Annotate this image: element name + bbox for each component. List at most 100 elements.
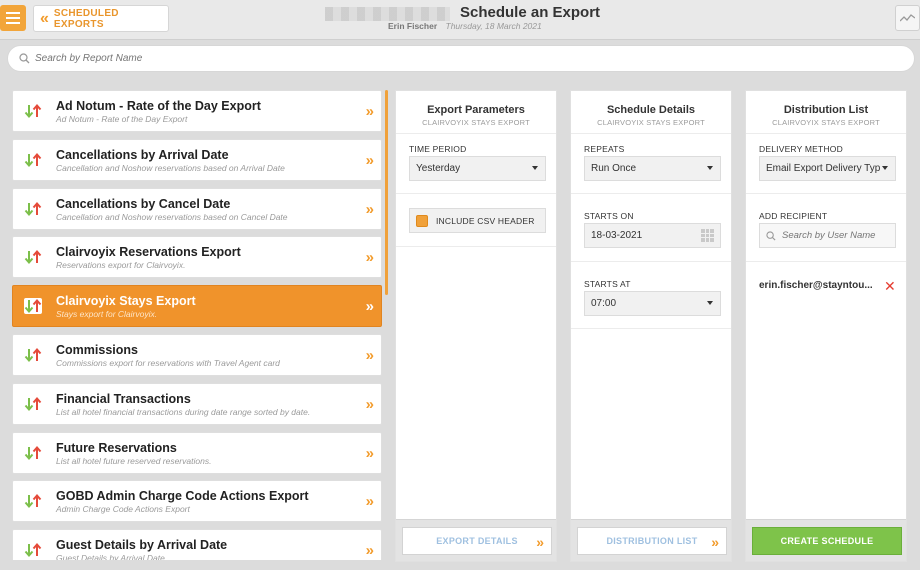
search-input[interactable] xyxy=(35,53,335,64)
report-list-item[interactable]: Financial Transactions List all hotel fin… xyxy=(12,382,382,425)
hamburger-menu-icon[interactable] xyxy=(0,5,26,31)
starts-on-value: 18-03-2021 xyxy=(591,230,643,241)
add-recipient-label: ADD RECIPIENT xyxy=(759,211,828,221)
report-name: Guest Details by Arrival Date xyxy=(56,538,228,553)
recipient-search[interactable] xyxy=(759,223,896,248)
import-export-arrows-icon xyxy=(24,249,42,265)
double-chevron-left-icon: « xyxy=(40,9,49,27)
starts-at-label: STARTS AT xyxy=(584,279,631,289)
page-title: Schedule an Export xyxy=(460,4,601,21)
divider xyxy=(396,133,556,134)
double-chevron-right-icon: » xyxy=(365,200,375,218)
report-list-item[interactable]: Clairvoyix Stays Export Stays export for … xyxy=(12,285,382,328)
delivery-method-select[interactable]: Email Export Delivery Type xyxy=(759,156,896,181)
starts-at-select[interactable]: 07:00 xyxy=(584,291,721,316)
report-list-item[interactable]: GOBD Admin Charge Code Actions Export Adm… xyxy=(12,480,382,523)
time-period-value: Yesterday xyxy=(416,163,461,174)
report-list: Ad Notum - Rate of the Day Export Ad Notu… xyxy=(12,90,382,560)
delivery-method-label: DELIVERY METHOD xyxy=(759,144,843,154)
recipient-email: erin.fischer@stayntou... xyxy=(759,280,873,291)
report-search-bar[interactable] xyxy=(7,45,915,72)
divider xyxy=(571,261,731,262)
report-name: Financial Transactions xyxy=(56,391,191,406)
import-export-arrows-icon xyxy=(24,493,42,509)
report-description: Guest Details by Arrival Date xyxy=(56,553,165,560)
export-details-button[interactable]: EXPORT DETAILS » xyxy=(402,527,552,555)
double-chevron-right-icon: » xyxy=(365,298,375,316)
panel-subtitle: CLAIRVOYIX STAYS EXPORT xyxy=(597,118,705,127)
activity-chart-icon[interactable] xyxy=(895,5,920,31)
report-list-item[interactable]: Cancellations by Cancel Date Cancellation… xyxy=(12,187,382,230)
double-chevron-right-icon: » xyxy=(365,347,375,364)
panel-title: Schedule Details xyxy=(606,104,696,116)
import-export-arrows-icon xyxy=(24,445,42,461)
panel-title: Export Parameters xyxy=(427,104,525,116)
list-scrollbar[interactable] xyxy=(385,90,388,295)
recipient-search-input[interactable] xyxy=(782,230,892,241)
double-chevron-right-icon: » xyxy=(365,103,375,120)
user-date-line: Erin Fischer Thursday, 18 March 2021 xyxy=(388,21,542,31)
double-chevron-right-icon: » xyxy=(365,395,375,413)
repeats-select[interactable]: Run Once xyxy=(584,156,721,181)
report-name: Clairvoyix Reservations Export xyxy=(56,245,241,260)
double-chevron-right-icon: » xyxy=(365,493,375,511)
top-bar: « SCHEDULED EXPORTS Schedule an Export E… xyxy=(0,0,920,40)
import-export-arrows-icon xyxy=(24,152,42,168)
report-list-item[interactable]: Cancellations by Arrival Date Cancellatio… xyxy=(12,138,382,181)
report-list-item[interactable]: Future Reservations List all hotel future… xyxy=(12,431,382,474)
panel-footer: DISTRIBUTION LIST » xyxy=(571,519,731,561)
report-description: Cancellation and Noshow reservations bas… xyxy=(56,162,285,173)
user-name: Erin Fischer xyxy=(388,21,438,31)
report-name: Cancellations by Arrival Date xyxy=(56,147,229,162)
panel-subtitle: CLAIRVOYIX STAYS EXPORT xyxy=(422,118,530,127)
import-export-arrows-icon xyxy=(24,103,42,119)
repeats-value: Run Once xyxy=(591,163,637,174)
report-description: Cancellation and Noshow reservations bas… xyxy=(56,211,288,222)
current-date: Thursday, 18 March 2021 xyxy=(445,21,542,31)
csv-header-label: INCLUDE CSV HEADER xyxy=(436,215,535,226)
double-chevron-right-icon: » xyxy=(536,534,544,550)
report-list-item[interactable]: Ad Notum - Rate of the Day Export Ad Notu… xyxy=(12,90,382,132)
divider xyxy=(571,193,731,194)
divider xyxy=(746,193,906,194)
import-export-arrows-icon xyxy=(24,298,42,315)
report-name: Future Reservations xyxy=(56,440,177,455)
import-export-arrows-icon xyxy=(24,542,42,558)
include-csv-header-toggle[interactable]: INCLUDE CSV HEADER xyxy=(409,208,546,233)
distribution-list-panel: Distribution List CLAIRVOYIX STAYS EXPOR… xyxy=(745,90,907,562)
report-description: List all hotel financial transactions du… xyxy=(56,406,311,417)
back-to-scheduled-exports-button[interactable]: « SCHEDULED EXPORTS xyxy=(33,5,169,32)
create-schedule-button[interactable]: CREATE SCHEDULE xyxy=(752,527,902,555)
import-export-arrows-icon xyxy=(24,396,42,412)
report-description: Reservations export for Clairvoyix. xyxy=(56,260,186,271)
report-list-item[interactable]: Guest Details by Arrival Date Guest Detai… xyxy=(12,529,382,560)
import-export-arrows-icon xyxy=(24,201,42,217)
panel-subtitle: CLAIRVOYIX STAYS EXPORT xyxy=(772,118,880,127)
back-button-label: SCHEDULED EXPORTS xyxy=(53,7,119,30)
double-chevron-right-icon: » xyxy=(365,444,375,462)
report-name: Clairvoyix Stays Export xyxy=(56,294,196,309)
report-name: Ad Notum - Rate of the Day Export xyxy=(56,99,261,113)
report-list-item[interactable]: Commissions Commissions export for reserv… xyxy=(12,334,382,376)
dropdown-arrow-icon xyxy=(882,166,888,170)
report-name: GOBD Admin Charge Code Actions Export xyxy=(56,489,309,504)
distribution-list-button[interactable]: DISTRIBUTION LIST » xyxy=(577,527,727,555)
time-period-label: TIME PERIOD xyxy=(409,144,467,154)
report-name: Cancellations by Cancel Date xyxy=(56,196,231,211)
starts-on-label: STARTS ON xyxy=(584,211,634,221)
calendar-icon[interactable] xyxy=(701,229,714,242)
import-export-arrows-icon xyxy=(24,347,42,363)
report-list-item[interactable]: Clairvoyix Reservations Export Reservatio… xyxy=(12,236,382,279)
starts-on-date-field[interactable]: 18-03-2021 xyxy=(584,223,721,248)
double-chevron-right-icon: » xyxy=(365,249,375,267)
dropdown-arrow-icon xyxy=(707,301,713,305)
report-description: Admin Charge Code Actions Export xyxy=(56,504,190,515)
dropdown-arrow-icon xyxy=(532,166,538,170)
panel-title: Distribution List xyxy=(783,104,869,116)
report-description: Stays export for Clairvoyix. xyxy=(56,309,158,320)
time-period-select[interactable]: Yesterday xyxy=(409,156,546,181)
export-parameters-panel: Export Parameters CLAIRVOYIX STAYS EXPOR… xyxy=(395,90,557,562)
divider xyxy=(746,261,906,262)
remove-recipient-icon[interactable]: ✕ xyxy=(884,278,896,295)
divider xyxy=(396,193,556,194)
